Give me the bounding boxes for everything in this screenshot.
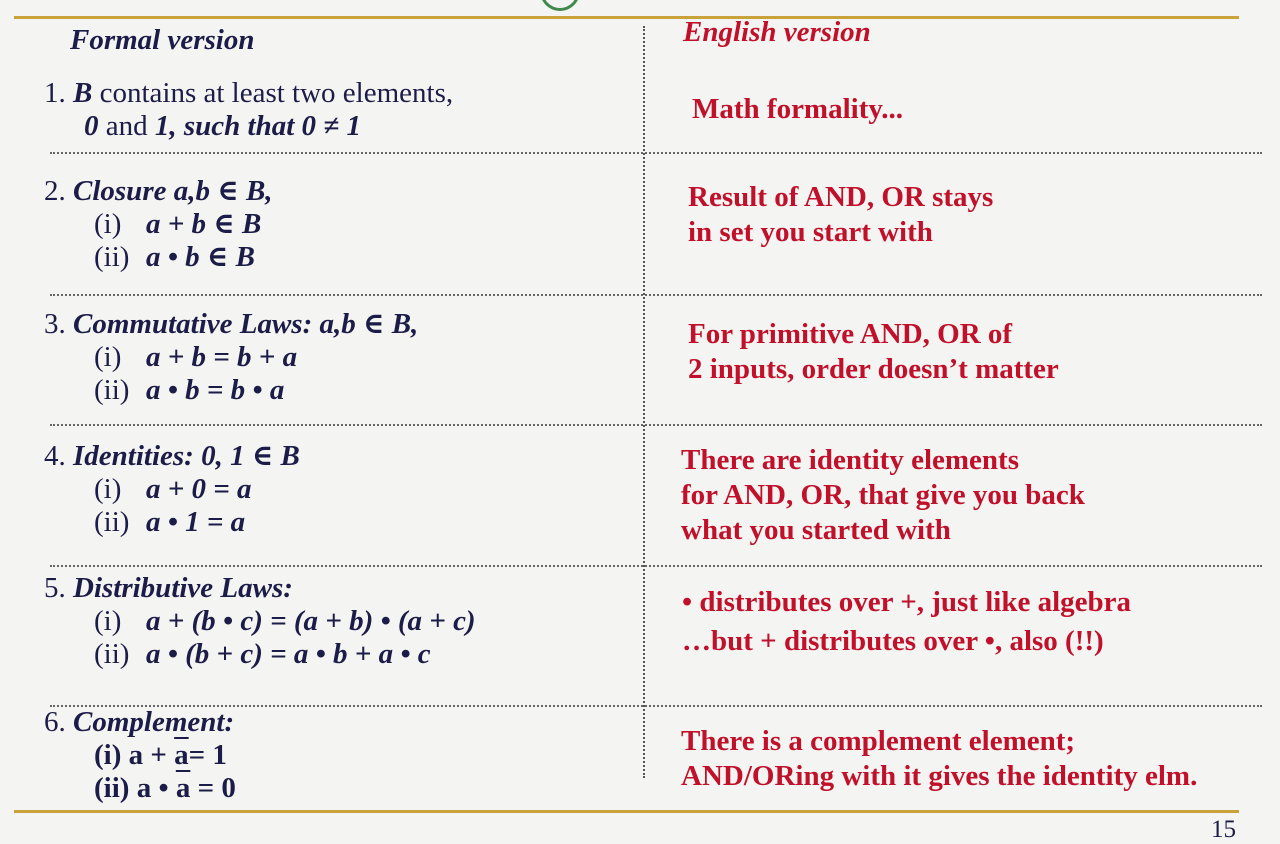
row-5-english: • distributes over +, just like algebra … — [682, 583, 1131, 661]
item-roman: (i) — [94, 605, 122, 637]
item-roman: (i) — [94, 473, 122, 505]
page-number: 15 — [1211, 816, 1236, 843]
row-number: 1. — [44, 77, 66, 109]
item-expr: a + 0 = a — [146, 473, 252, 505]
item-expr: a • 1 = a — [146, 506, 246, 538]
english-line: • distributes over +, just like algebra — [682, 586, 1132, 618]
row-4-english: There are identity elements for AND, OR,… — [681, 443, 1085, 548]
english-line: in set you start with — [688, 216, 933, 248]
item-roman: (ii) — [94, 638, 130, 670]
logo-fragment — [540, 0, 580, 11]
item-expr: a + b = b + a — [146, 341, 298, 373]
row-title: Identities — [73, 440, 185, 472]
english-line: There are identity elements — [681, 444, 1019, 476]
english-line: 2 inputs, order doesn’t matter — [688, 353, 1059, 385]
item-expr: a + b ∈ B — [146, 208, 262, 240]
item-expr-pre: a • — [136, 772, 176, 804]
row-number: 5. — [44, 572, 66, 604]
item-roman: (i) — [94, 208, 122, 240]
row-separator — [50, 565, 1262, 567]
row-2-formal: 2. Closure a,b ∈ B, (i) a + b ∈ B (ii) a •… — [44, 175, 273, 274]
row-title: Closure — [73, 175, 167, 207]
item-expr-post: = 0 — [190, 772, 236, 804]
item-roman: (ii) — [94, 241, 130, 273]
row-6-english: There is a complement element; AND/ORing… — [681, 724, 1197, 794]
row-3-english: For primitive AND, OR of 2 inputs, order… — [688, 317, 1059, 387]
row-title: Complement — [73, 706, 225, 738]
english-line: AND/ORing with it gives the identity elm… — [681, 760, 1198, 792]
row-number: 6. — [44, 706, 66, 738]
english-line: Result of AND, OR stays — [688, 181, 994, 213]
header-formal-version: Formal version — [70, 24, 255, 56]
complement-a: a — [175, 772, 191, 804]
row-1-text: contains at least two elements, — [92, 77, 454, 109]
row-1-formal: 1. B contains at least two elements, 0 a… — [44, 77, 453, 143]
item-roman: (i) — [94, 739, 122, 771]
item-roman: (ii) — [94, 374, 130, 406]
row-number: 4. — [44, 440, 66, 472]
row-separator — [50, 424, 1262, 426]
set-b: B — [73, 77, 93, 109]
column-divider — [643, 26, 645, 778]
row-title-rest: : — [224, 706, 235, 738]
and-word: and — [98, 110, 155, 142]
row-number: 2. — [44, 175, 66, 207]
row-6-formal: 6. Complement: (i) a + a= 1 (ii) a • a =… — [44, 706, 236, 805]
english-line: For primitive AND, OR of — [688, 318, 1013, 350]
row-1-english: Math formality... — [692, 92, 903, 127]
item-roman: (ii) — [94, 772, 130, 804]
row-title: Distributive Laws — [73, 572, 284, 604]
zero: 0 — [84, 110, 99, 142]
row-2-english: Result of AND, OR stays in set you start… — [688, 180, 993, 250]
item-expr-post: = 1 — [188, 739, 227, 771]
row-title: Commutative Laws — [73, 308, 303, 340]
item-expr: a • b ∈ B — [146, 241, 255, 273]
english-line: …but + distributes over •, also (!!) — [682, 625, 1104, 657]
row-title-rest: : a,b ∈ B, — [302, 308, 419, 340]
row-5-formal: 5. Distributive Laws: (i) a + (b • c) = (… — [44, 572, 476, 671]
english-line: There is a complement element; — [681, 725, 1076, 757]
item-expr: a • (b + c) = a • b + a • c — [146, 638, 431, 670]
header-english-version: English version — [683, 16, 871, 48]
item-expr: a • b = b • a — [146, 374, 285, 406]
item-roman: (ii) — [94, 506, 130, 538]
item-roman: (i) — [94, 341, 122, 373]
row-title-rest: a,b ∈ B, — [166, 175, 273, 207]
complement-a: a — [174, 739, 189, 771]
row-separator — [50, 152, 1262, 154]
row-4-formal: 4. Identities: 0, 1 ∈ B (i) a + 0 = a (ii… — [44, 440, 300, 539]
item-expr: a + (b • c) = (a + b) • (a + c) — [146, 605, 476, 637]
english-line: for AND, OR, that give you back — [681, 479, 1085, 511]
row-1-condition: 1, such that 0 ≠ 1 — [154, 110, 361, 142]
english-line: Math formality... — [692, 93, 904, 125]
english-line: what you started with — [681, 514, 951, 546]
top-gold-rule — [14, 16, 1239, 19]
item-expr-pre: a + — [128, 739, 175, 771]
row-3-formal: 3. Commutative Laws: a,b ∈ B, (i) a + b =… — [44, 308, 418, 407]
row-title-rest: : 0, 1 ∈ B — [184, 440, 300, 472]
row-title-rest: : — [283, 572, 293, 604]
row-number: 3. — [44, 308, 66, 340]
row-separator — [50, 294, 1262, 296]
bottom-gold-rule — [14, 810, 1239, 813]
